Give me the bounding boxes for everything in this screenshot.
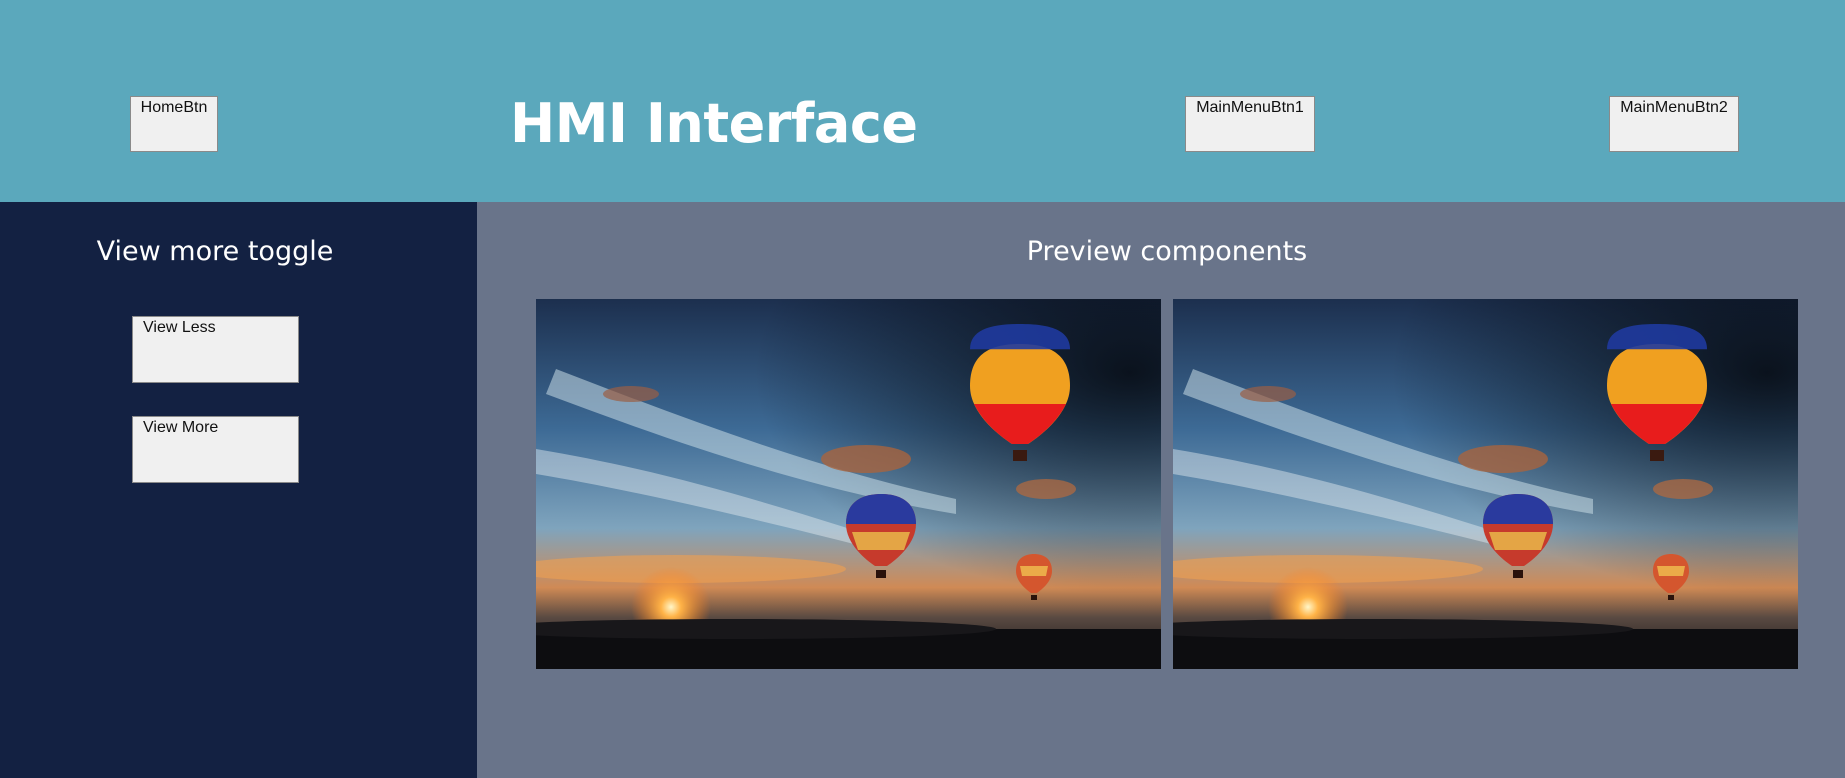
balloons-sunset-image [1173,299,1798,669]
preview-image-2 [1173,299,1798,669]
main-title: Preview components [1026,236,1308,267]
view-less-button[interactable]: View Less [132,316,299,383]
page-title: HMI Interface [510,92,918,155]
main-panel: Preview components [477,202,1845,778]
main-menu-button-1[interactable]: MainMenuBtn1 [1185,96,1315,152]
header-bar: HomeBtn HMI Interface MainMenuBtn1 MainM… [0,0,1845,202]
view-more-button[interactable]: View More [132,416,299,483]
main-menu-button-2[interactable]: MainMenuBtn2 [1609,96,1739,152]
balloons-sunset-image [536,299,1161,669]
home-button[interactable]: HomeBtn [130,96,218,152]
sidebar: View more toggle View Less View More [0,202,477,778]
preview-image-1 [536,299,1161,669]
sidebar-title: View more toggle [96,236,334,267]
